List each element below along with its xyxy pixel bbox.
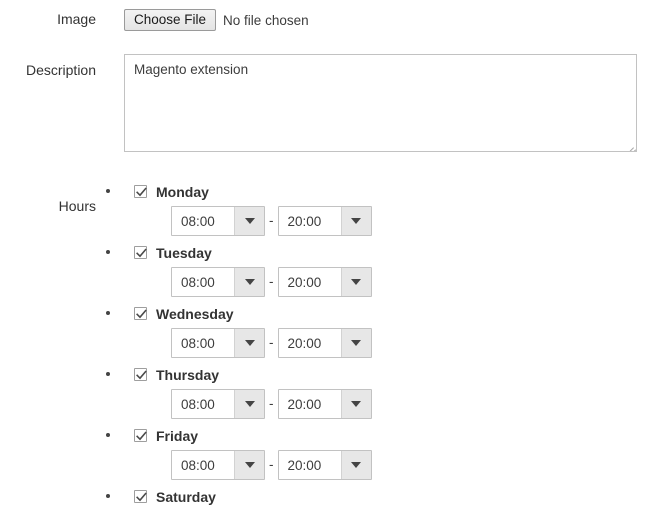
day-name-label: Tuesday: [156, 244, 212, 261]
store-hours-form: Image Choose File No file chosen Descrip…: [0, 0, 659, 507]
day-enabled-checkbox[interactable]: [134, 307, 147, 320]
hours-day-item: Saturday: [96, 487, 659, 507]
close-time-select-value: 20:00: [278, 390, 341, 418]
hours-day-list: Monday 08:00-20:00 Tuesday 08:00-20:00 Wedne…: [96, 182, 659, 507]
open-time-select[interactable]: 08:00: [171, 389, 265, 419]
day-header: Tuesday: [134, 243, 659, 262]
hours-day-item: Wednesday 08:00 -20:00: [96, 304, 659, 365]
list-bullet-icon: [106, 494, 110, 498]
open-time-select-value: 08:00: [172, 207, 234, 235]
day-header: Thursday: [134, 365, 659, 384]
image-label: Image: [57, 11, 96, 27]
close-time-select-value: 20:00: [278, 451, 341, 479]
chevron-down-icon[interactable]: [234, 329, 264, 357]
description-field-row: Description Magento extension: [0, 31, 659, 152]
close-time-select[interactable]: 20:00: [277, 328, 372, 358]
file-status-text: No file chosen: [223, 12, 309, 28]
hours-label: Hours: [58, 198, 96, 214]
day-name-label: Thursday: [156, 366, 220, 383]
time-range-separator: -: [269, 335, 274, 350]
day-enabled-checkbox[interactable]: [134, 429, 147, 442]
choose-file-button[interactable]: Choose File: [124, 9, 217, 31]
time-range-separator: -: [269, 457, 274, 472]
open-time-select-value: 08:00: [172, 390, 234, 418]
hours-day-item: Thursday 08:00 -20:00: [96, 365, 659, 426]
list-bullet-icon: [106, 189, 110, 193]
chevron-down-icon[interactable]: [234, 451, 264, 479]
day-name-label: Monday: [156, 183, 209, 200]
hours-day-item: Friday 08:00 -20:00: [96, 426, 659, 487]
time-range-separator: -: [269, 274, 274, 289]
day-time-range: 08:00 -20:00: [134, 450, 659, 480]
list-bullet-icon: [106, 311, 110, 315]
open-time-select-value: 08:00: [172, 451, 234, 479]
day-time-range: 08:00 -20:00: [134, 389, 659, 419]
chevron-down-icon[interactable]: [340, 390, 371, 418]
day-name-label: Saturday: [156, 488, 216, 505]
description-label: Description: [25, 62, 96, 78]
chevron-down-icon[interactable]: [340, 207, 371, 235]
close-time-select[interactable]: 20:00: [277, 389, 372, 419]
open-time-select[interactable]: 08:00: [171, 450, 265, 480]
day-name-label: Wednesday: [156, 305, 234, 322]
close-time-select[interactable]: 20:00: [277, 450, 372, 480]
chevron-down-icon[interactable]: [340, 268, 371, 296]
hours-field-control: Monday 08:00-20:00 Tuesday 08:00-20:00 Wedne…: [96, 182, 659, 507]
list-bullet-icon: [106, 433, 110, 437]
chevron-down-icon[interactable]: [234, 390, 264, 418]
chevron-down-icon[interactable]: [340, 329, 371, 357]
time-range-separator: -: [269, 396, 274, 411]
day-header: Saturday: [134, 487, 659, 506]
description-field-control: Magento extension: [96, 54, 659, 152]
open-time-select[interactable]: 08:00: [171, 206, 265, 236]
day-header: Friday: [134, 426, 659, 445]
image-file-input[interactable]: Choose File No file chosen: [124, 9, 309, 31]
day-enabled-checkbox[interactable]: [134, 185, 147, 198]
day-time-range: 08:00 -20:00: [134, 206, 659, 236]
close-time-select-value: 20:00: [278, 207, 341, 235]
day-header: Monday: [134, 182, 659, 201]
close-time-select[interactable]: 20:00: [277, 206, 372, 236]
textarea-resize-grip-icon[interactable]: [623, 138, 636, 151]
chevron-down-icon[interactable]: [234, 207, 264, 235]
list-bullet-icon: [106, 250, 110, 254]
open-time-select[interactable]: 08:00: [171, 267, 265, 297]
open-time-select-value: 08:00: [172, 329, 234, 357]
day-time-range: 08:00 -20:00: [134, 328, 659, 358]
image-field-control: Choose File No file chosen: [96, 9, 659, 31]
description-textarea[interactable]: Magento extension: [124, 54, 637, 152]
close-time-select-value: 20:00: [278, 329, 341, 357]
day-enabled-checkbox[interactable]: [134, 246, 147, 259]
time-range-separator: -: [269, 213, 274, 228]
hours-day-item: Monday 08:00 -20:00: [96, 182, 659, 243]
open-time-select[interactable]: 08:00: [171, 328, 265, 358]
list-bullet-icon: [106, 372, 110, 376]
day-name-label: Friday: [156, 427, 199, 444]
chevron-down-icon[interactable]: [234, 268, 264, 296]
open-time-select-value: 08:00: [172, 268, 234, 296]
hours-day-item: Tuesday 08:00 -20:00: [96, 243, 659, 304]
hours-field-row: Hours Monday 08:00-20:00 Tuesday 08:00-20:0…: [0, 152, 659, 507]
day-enabled-checkbox[interactable]: [134, 368, 147, 381]
close-time-select[interactable]: 20:00: [277, 267, 372, 297]
close-time-select-value: 20:00: [278, 268, 341, 296]
day-enabled-checkbox[interactable]: [134, 490, 147, 503]
day-header: Wednesday: [134, 304, 659, 323]
chevron-down-icon[interactable]: [340, 451, 371, 479]
image-field-row: Image Choose File No file chosen: [0, 0, 659, 31]
day-time-range: 08:00 -20:00: [134, 267, 659, 297]
